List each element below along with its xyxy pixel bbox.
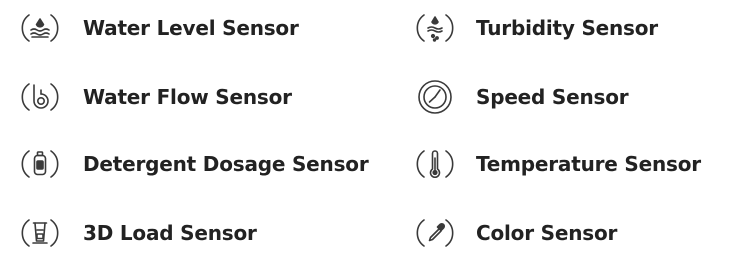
sensor-label: Water Level Sensor [83,16,299,40]
dropper-icon [415,213,455,253]
sensor-item-turbidity: Turbidity Sensor [415,5,658,51]
sensor-item-water-flow: Water Flow Sensor [20,74,292,120]
sensor-item-detergent-dosage: Detergent Dosage Sensor [20,141,369,187]
sensor-label: Speed Sensor [476,85,629,109]
sensor-label: Color Sensor [476,221,618,245]
sensor-item-color: Color Sensor [415,210,617,256]
load-icon [20,213,60,253]
sensor-item-speed: Speed Sensor [415,74,629,120]
water-flow-icon [20,77,60,117]
detergent-bottle-icon [20,144,60,184]
thermometer-icon [415,144,455,184]
speed-icon [415,77,455,117]
sensor-item-3d-load: 3D Load Sensor [20,210,257,256]
sensor-item-water-level: Water Level Sensor [20,5,299,51]
sensor-label: Detergent Dosage Sensor [83,152,369,176]
water-level-icon [20,8,60,48]
sensor-item-temperature: Temperature Sensor [415,141,701,187]
sensor-label: 3D Load Sensor [83,221,257,245]
sensor-label: Turbidity Sensor [476,16,658,40]
sensor-label: Temperature Sensor [476,152,701,176]
sensor-label: Water Flow Sensor [83,85,292,109]
sensor-feature-list: Water Level Sensor Turbidity Sensor Wate… [0,0,738,260]
turbidity-icon [415,8,455,48]
